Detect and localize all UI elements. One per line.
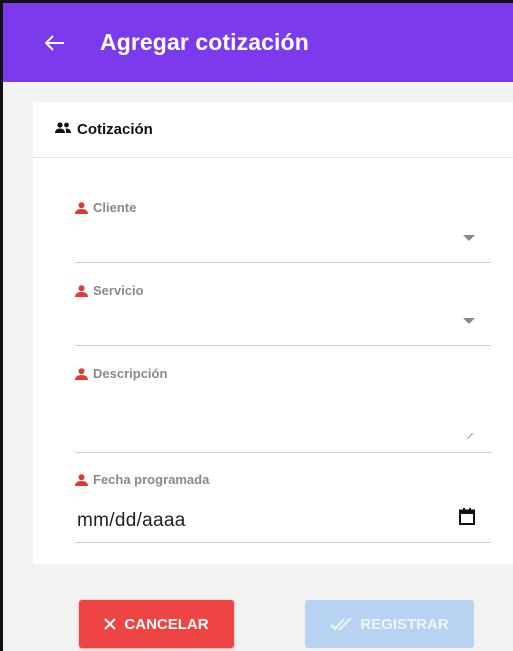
user-icon xyxy=(75,284,88,297)
servicio-label: Servicio xyxy=(75,283,491,298)
user-icon xyxy=(75,367,88,380)
chevron-down-icon[interactable] xyxy=(463,235,475,241)
register-button[interactable]: REGISTRAR xyxy=(305,600,474,648)
card-header: Cotización xyxy=(33,102,513,158)
resize-handle-icon[interactable] xyxy=(466,426,474,444)
descripcion-textarea[interactable]: Descripción xyxy=(75,366,491,453)
users-icon xyxy=(55,121,71,139)
cliente-select[interactable]: Cliente xyxy=(75,200,491,263)
fecha-label: Fecha programada xyxy=(75,472,491,487)
descripcion-label: Descripción xyxy=(75,366,491,381)
servicio-select[interactable]: Servicio xyxy=(75,283,491,346)
app-bar: Agregar cotización xyxy=(3,3,513,82)
user-icon xyxy=(75,473,88,486)
user-icon xyxy=(75,201,88,214)
quote-card: Cotización Cliente Servicio Descripción xyxy=(33,102,513,564)
arrow-left-icon[interactable] xyxy=(43,31,67,55)
fecha-date-input[interactable]: Fecha programada mm/dd/aaaa xyxy=(75,472,491,543)
chevron-down-icon[interactable] xyxy=(463,318,475,324)
date-value[interactable]: mm/dd/aaaa xyxy=(77,510,186,532)
page-title: Agregar cotización xyxy=(100,29,309,55)
cliente-label: Cliente xyxy=(75,200,491,215)
card-title: Cotización xyxy=(77,121,153,138)
close-icon xyxy=(104,618,117,630)
cancel-button[interactable]: CANCELAR xyxy=(79,600,234,648)
calendar-icon[interactable] xyxy=(459,508,475,530)
app-window: Agregar cotización Cotización Cliente Se… xyxy=(0,0,513,651)
double-check-icon xyxy=(330,617,353,631)
